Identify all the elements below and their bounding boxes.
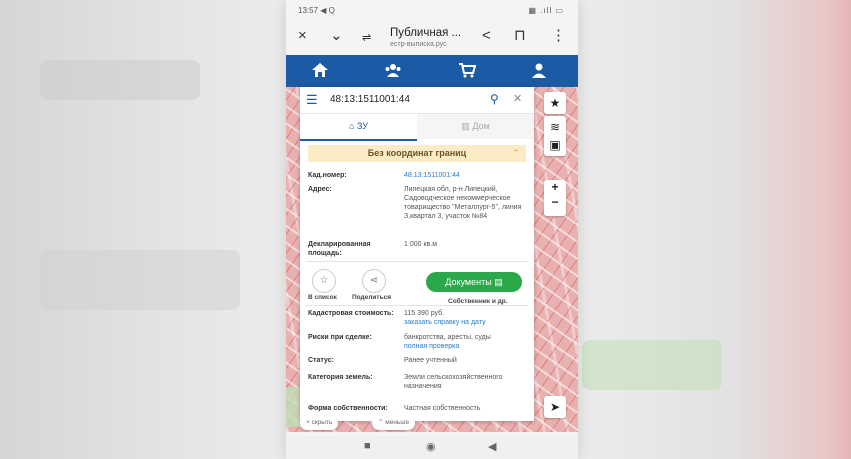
search-bar: ☰ 48:13:1511001:44 ⚲ ✕ xyxy=(300,87,534,114)
page-title: Публичная ... xyxy=(390,27,462,39)
background-blob xyxy=(582,340,722,390)
background-blob xyxy=(40,60,200,100)
kad-number-label: Кад.номер: xyxy=(308,172,347,179)
documents-label: Документы xyxy=(445,277,492,287)
divider xyxy=(306,305,528,306)
panel-controls: × скрыть ⌃ меньше xyxy=(286,414,578,432)
chevron-down-icon[interactable]: ⌄ xyxy=(330,28,343,44)
kad-number-value[interactable]: 48:13:1511001:44 xyxy=(404,171,524,180)
category-label: Категория земель: xyxy=(308,374,373,381)
close-icon[interactable]: ✕ xyxy=(513,92,522,105)
category-value: Земли сельскохозяйственного назначения xyxy=(404,374,503,390)
recent-apps-icon[interactable]: ■ xyxy=(364,440,371,452)
background-right-blur xyxy=(578,0,851,459)
cost-value-block: 115 390 руб. заказать справку на дату xyxy=(404,309,524,327)
tabs-icon[interactable]: ⇌ xyxy=(362,30,371,46)
no-boundaries-alert: Без координат границ ⌃ xyxy=(308,145,526,162)
tab-zu-label: ЗУ xyxy=(356,121,368,131)
risks-value-block: банкротства, аресты, суды полная проверк… xyxy=(404,333,524,351)
cost-label: Кадастровая стоимость: xyxy=(308,310,394,317)
area-value: 1 000 кв.м xyxy=(404,241,438,248)
home-button-icon[interactable]: ◉ xyxy=(426,440,436,453)
status-label: Статус: xyxy=(308,357,334,364)
ownership-label: Форма собственности: xyxy=(308,405,388,412)
risks-value: банкротства, аресты, суды xyxy=(404,334,491,341)
share-icon[interactable]: < xyxy=(482,28,491,44)
less-button[interactable]: ⌃ меньше xyxy=(372,416,416,430)
hide-button[interactable]: × скрыть xyxy=(300,416,339,430)
owner-label: Собственник и др. xyxy=(448,298,508,305)
risks-label: Риски при сделке: xyxy=(308,334,372,341)
status-bar: 13:57 ◀ Q ▦ .ıll ▭ xyxy=(286,0,578,20)
users-icon[interactable] xyxy=(384,61,402,85)
more-menu-icon[interactable]: ⋮ xyxy=(551,28,566,44)
land-icon: ⌂ xyxy=(348,121,355,131)
zoom-control[interactable]: + − xyxy=(544,180,566,216)
background-blob xyxy=(40,250,240,310)
page-url: естр-выписка.рус xyxy=(390,41,447,48)
status-value: Ранее учтенный xyxy=(404,357,457,364)
home-icon[interactable] xyxy=(311,61,329,85)
map-type-icon[interactable]: ▣ xyxy=(544,134,566,156)
order-certificate-link[interactable]: заказать справку на дату xyxy=(404,319,486,326)
tab-zu[interactable]: ⌂ ЗУ xyxy=(300,114,417,141)
ownership-value: Частная собственность xyxy=(404,405,481,412)
address-label: Адрес: xyxy=(308,186,332,193)
tab-dom[interactable]: ▥ Дом xyxy=(417,114,534,139)
close-icon[interactable]: × xyxy=(298,28,307,44)
share-icon[interactable]: ⋖ xyxy=(362,269,386,293)
hamburger-menu-icon[interactable]: ☰ xyxy=(306,92,318,108)
system-navigation-bar: ■ ◉ ◀ xyxy=(286,436,578,459)
add-to-list-button[interactable]: В список xyxy=(308,294,337,301)
search-input[interactable]: 48:13:1511001:44 xyxy=(330,94,410,105)
chevron-up-icon[interactable]: ⌃ xyxy=(512,145,520,162)
star-icon[interactable]: ☆ xyxy=(312,269,336,293)
bookmark-icon[interactable]: ⊓ xyxy=(514,28,526,44)
status-time: 13:57 ◀ Q xyxy=(298,6,335,15)
tab-dom-label: Дом xyxy=(472,121,490,131)
document-icon: ▤ xyxy=(494,277,503,287)
area-label: Декларированная площадь: xyxy=(308,241,371,257)
full-check-link[interactable]: полная проверка xyxy=(404,343,459,350)
browser-toolbar: × ⌄ ⇌ Публичная ... естр-выписка.рус < ⊓… xyxy=(286,20,578,54)
building-icon: ▥ xyxy=(461,121,470,131)
phone-screen: 13:57 ◀ Q ▦ .ıll ▭ × ⌄ ⇌ Публичная ... е… xyxy=(286,0,578,459)
search-icon[interactable]: ⚲ xyxy=(490,92,499,106)
parcel-info-panel: ☰ 48:13:1511001:44 ⚲ ✕ ⌂ ЗУ ▥ Дом Без ко… xyxy=(300,87,534,421)
documents-button[interactable]: Документы ▤ xyxy=(426,272,522,292)
status-indicators: ▦ .ıll ▭ xyxy=(528,6,564,15)
alert-text: Без координат границ xyxy=(367,148,467,158)
back-icon[interactable]: ◀ xyxy=(488,440,496,453)
share-button[interactable]: Поделиться xyxy=(352,294,391,301)
profile-icon[interactable] xyxy=(530,61,548,85)
divider xyxy=(306,261,528,262)
address-value: Липецкая обл, р-н Липецкий, Садоводческо… xyxy=(404,186,522,220)
site-navbar xyxy=(286,55,578,87)
favorite-star-icon[interactable]: ★ xyxy=(544,92,566,114)
cart-icon[interactable] xyxy=(458,61,477,85)
object-tabs: ⌂ ЗУ ▥ Дом xyxy=(300,114,534,141)
cost-value: 115 390 руб. xyxy=(404,310,445,317)
